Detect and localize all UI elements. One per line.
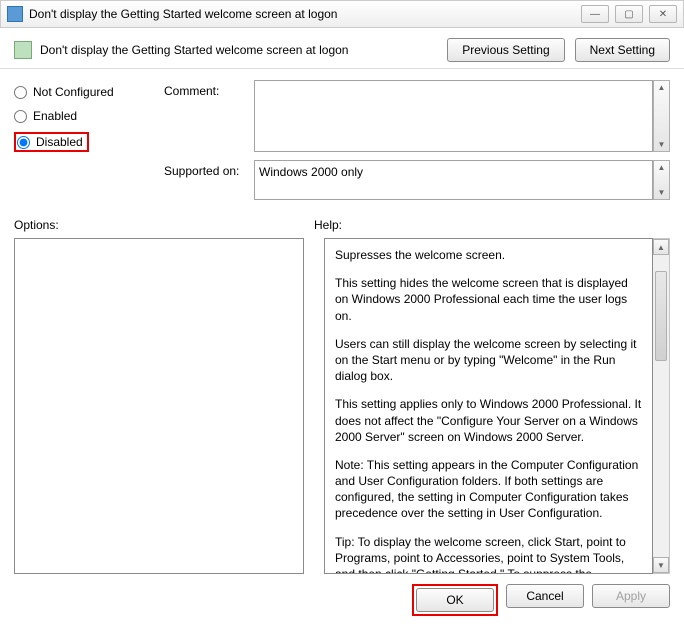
policy-icon xyxy=(14,41,32,59)
options-pane xyxy=(14,238,304,574)
radio-disabled-input[interactable] xyxy=(17,136,30,149)
dialog-footer: OK Cancel Apply xyxy=(0,574,684,626)
options-label: Options: xyxy=(14,218,314,232)
help-paragraph: Tip: To display the welcome screen, clic… xyxy=(335,534,642,574)
supported-on-value: Windows 2000 only xyxy=(254,160,653,200)
help-paragraph: This setting hides the welcome screen th… xyxy=(335,275,642,324)
help-paragraph: Note: This setting appears in the Comput… xyxy=(335,457,642,522)
previous-setting-button[interactable]: Previous Setting xyxy=(447,38,564,62)
supported-scrollbar[interactable]: ▲ ▼ xyxy=(653,160,670,200)
radio-not-configured-label: Not Configured xyxy=(33,85,114,99)
radio-enabled-label: Enabled xyxy=(33,109,77,123)
radio-enabled[interactable]: Enabled xyxy=(14,104,144,128)
radio-disabled-label: Disabled xyxy=(36,135,83,149)
scroll-up-icon: ▲ xyxy=(653,239,669,255)
apply-button[interactable]: Apply xyxy=(592,584,670,608)
disabled-highlight: Disabled xyxy=(14,132,89,152)
comment-scrollbar[interactable]: ▲ ▼ xyxy=(653,80,670,152)
close-button[interactable]: ✕ xyxy=(649,5,677,23)
radio-enabled-input[interactable] xyxy=(14,110,27,123)
title-bar: Don't display the Getting Started welcom… xyxy=(0,0,684,28)
maximize-button[interactable]: ▢ xyxy=(615,5,643,23)
help-pane: Supresses the welcome screen. This setti… xyxy=(324,238,653,574)
radio-not-configured-input[interactable] xyxy=(14,86,27,99)
scroll-down-icon: ▼ xyxy=(653,557,669,573)
scroll-up-icon: ▲ xyxy=(654,161,669,174)
next-setting-button[interactable]: Next Setting xyxy=(575,38,670,62)
radio-not-configured[interactable]: Not Configured xyxy=(14,80,144,104)
policy-title: Don't display the Getting Started welcom… xyxy=(40,43,348,57)
scroll-up-icon: ▲ xyxy=(654,81,669,94)
scroll-down-icon: ▼ xyxy=(654,138,669,151)
ok-button[interactable]: OK xyxy=(416,588,494,612)
help-scrollbar[interactable]: ▲ ▼ xyxy=(653,238,670,574)
divider xyxy=(0,68,684,70)
scroll-thumb[interactable] xyxy=(655,271,667,361)
comment-label: Comment: xyxy=(164,80,254,98)
window-controls: — ▢ ✕ xyxy=(581,5,683,23)
minimize-button[interactable]: — xyxy=(581,5,609,23)
app-icon xyxy=(7,6,23,22)
cancel-button[interactable]: Cancel xyxy=(506,584,584,608)
help-paragraph: This setting applies only to Windows 200… xyxy=(335,396,642,445)
help-label: Help: xyxy=(314,218,342,232)
header-row: Don't display the Getting Started welcom… xyxy=(14,38,670,62)
help-paragraph: Supresses the welcome screen. xyxy=(335,247,642,263)
supported-on-label: Supported on: xyxy=(164,160,254,178)
help-paragraph: Users can still display the welcome scre… xyxy=(335,336,642,385)
window-title: Don't display the Getting Started welcom… xyxy=(29,7,581,21)
ok-highlight: OK xyxy=(412,584,498,616)
comment-textarea[interactable] xyxy=(254,80,653,152)
scroll-down-icon: ▼ xyxy=(654,186,669,199)
